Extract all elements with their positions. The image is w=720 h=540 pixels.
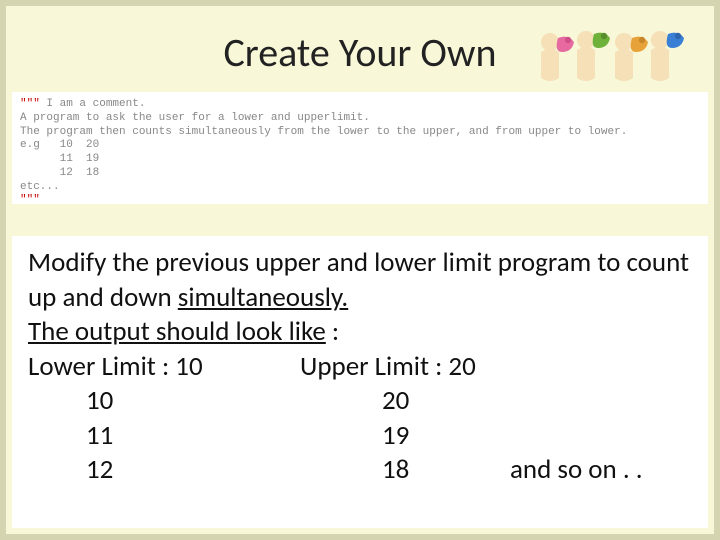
code-line-5: 11 19	[20, 153, 99, 165]
output-row-3: 12 18 and so on . .	[28, 453, 692, 488]
output-r3-b: 18	[382, 453, 510, 488]
output-r1-b: 20	[382, 384, 510, 419]
output-row-1: 10 20	[28, 384, 692, 419]
output-row-2: 11 19	[28, 419, 692, 454]
puzzle-people-graphic	[530, 22, 690, 100]
output-r3-a: 12	[86, 453, 382, 488]
limits-row: Lower Limit : 10 Upper Limit : 20	[28, 350, 692, 385]
instruction-p2-colon: :	[326, 315, 339, 348]
upper-limit-label: Upper Limit : 20	[300, 350, 476, 385]
output-r2-a: 11	[86, 419, 382, 454]
instruction-box: Modify the previous upper and lower limi…	[12, 236, 708, 528]
lower-limit-label: Lower Limit : 10	[28, 350, 300, 385]
output-r2-b: 19	[382, 419, 510, 454]
output-r1-a: 10	[86, 384, 382, 419]
code-line-1a: """	[20, 98, 40, 110]
code-line-6: 12 18	[20, 167, 99, 179]
code-line-4: e.g 10 20	[20, 139, 99, 151]
instruction-paragraph-2: The output should look like :	[28, 315, 692, 350]
instruction-paragraph-1: Modify the previous upper and lower limi…	[28, 246, 692, 315]
code-line-2: A program to ask the user for a lower an…	[20, 112, 370, 124]
instruction-p2-underlined: The output should look like	[28, 315, 326, 348]
instruction-p1-underlined: simultaneously.	[178, 281, 348, 314]
slide: Create Your Own	[0, 0, 720, 540]
code-comment-block: """ I am a comment. A program to ask the…	[12, 92, 708, 204]
code-line-3: The program then counts simultaneously f…	[20, 126, 627, 138]
output-r3-suffix: and so on . .	[510, 453, 643, 488]
instruction-p1-text: Modify the previous upper and lower limi…	[28, 246, 689, 314]
code-line-7: etc...	[20, 181, 60, 193]
code-line-1b: I am a comment.	[40, 98, 146, 110]
code-line-8: """	[20, 194, 40, 204]
